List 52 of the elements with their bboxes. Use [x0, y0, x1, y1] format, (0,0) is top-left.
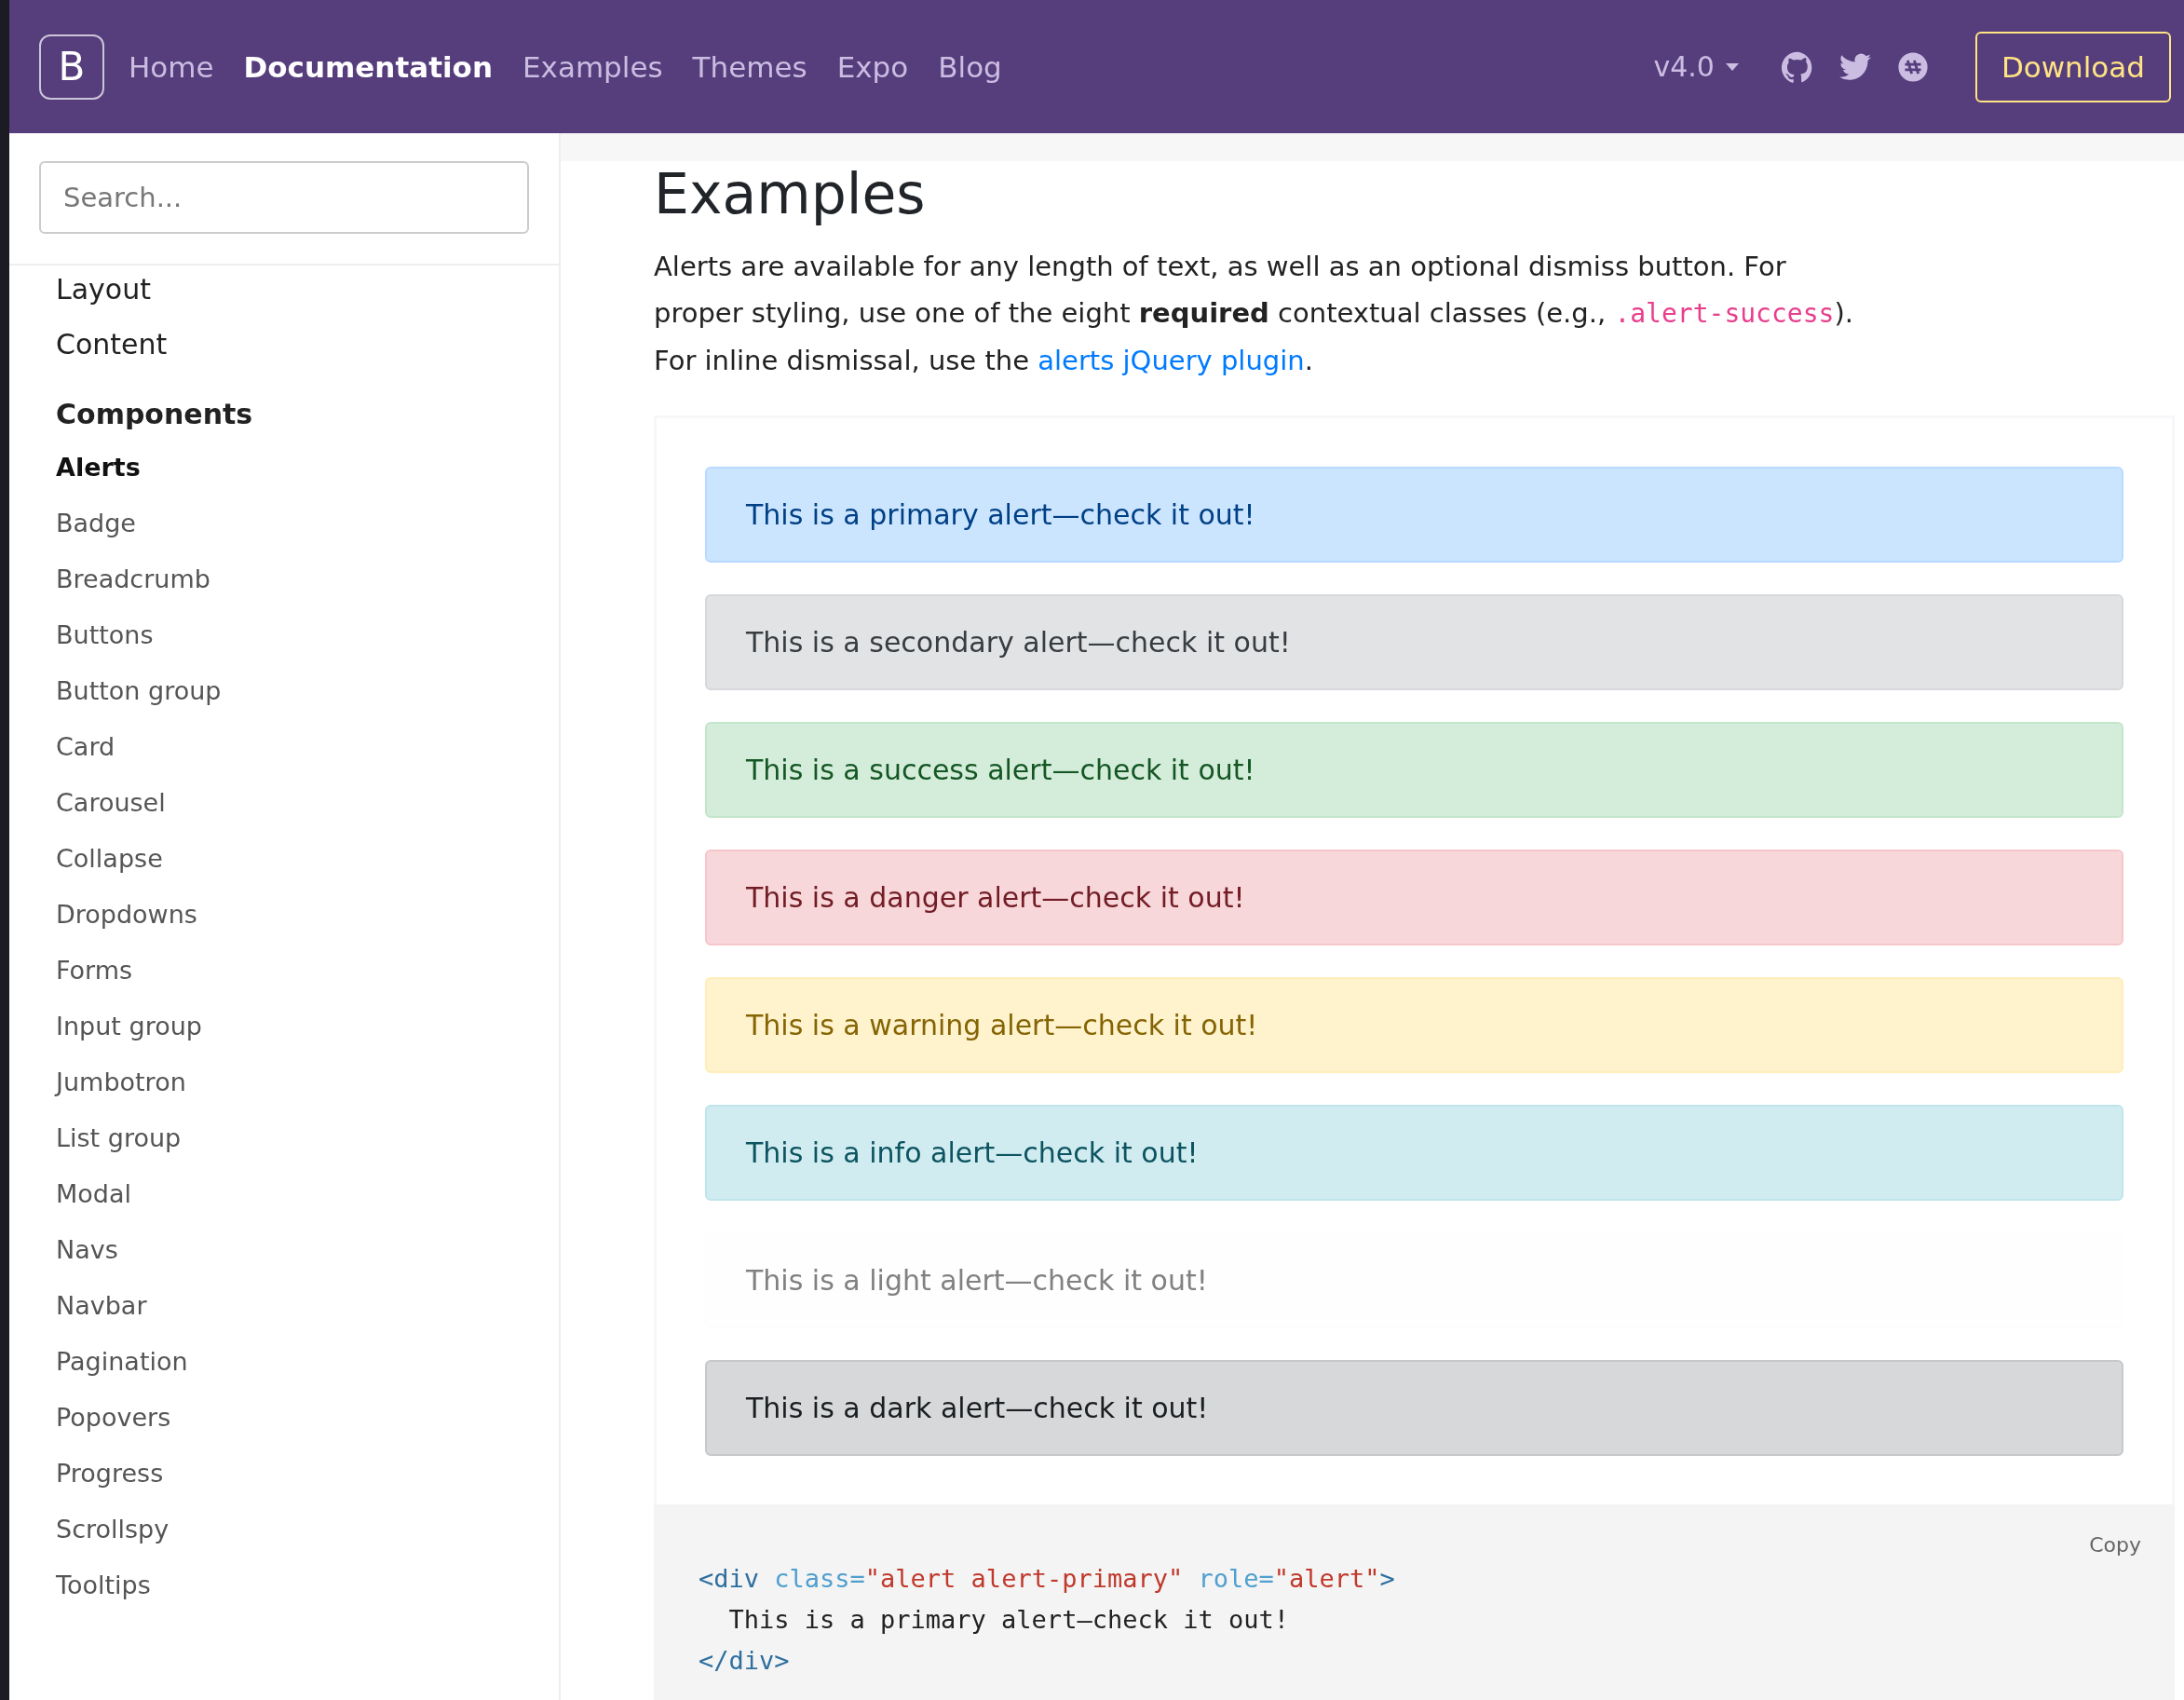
- nav-link[interactable]: Expo: [836, 49, 909, 84]
- sidebar-item[interactable]: Card: [9, 719, 559, 775]
- sidebar-item[interactable]: Modal: [9, 1166, 559, 1222]
- sidebar-item[interactable]: Navs: [9, 1222, 559, 1278]
- sidebar-item[interactable]: Forms: [9, 943, 559, 999]
- code-line: <div class="alert alert-primary" role="alert">: [699, 1563, 1396, 1595]
- sidebar-section[interactable]: Components: [9, 375, 559, 440]
- sidebar-section[interactable]: Content: [9, 320, 559, 375]
- nav-link[interactable]: Blog: [938, 49, 1002, 84]
- copy-button[interactable]: Copy: [2083, 1532, 2147, 1557]
- search-field[interactable]: Search...: [39, 161, 529, 234]
- alert: This is a warning alert—check it out!: [705, 977, 2123, 1073]
- sidebar-item[interactable]: List group: [9, 1110, 559, 1166]
- nav-link[interactable]: Home: [129, 49, 214, 84]
- sidebar-item[interactable]: Button group: [9, 663, 559, 719]
- alert: This is a success alert—check it out!: [705, 722, 2123, 818]
- code-line: </div>: [699, 1645, 791, 1677]
- nav-link[interactable]: Examples: [522, 49, 663, 84]
- github-icon[interactable]: [1781, 50, 1813, 83]
- page-title: Examples: [654, 161, 927, 226]
- version-dropdown[interactable]: v4.0: [1648, 49, 1744, 84]
- nav-link[interactable]: Themes: [692, 49, 807, 84]
- alert: This is a primary alert—check it out!: [705, 467, 2123, 563]
- alert: This is a secondary alert—check it out!: [705, 594, 2123, 690]
- download-button[interactable]: Download: [1974, 31, 2171, 102]
- plugin-link[interactable]: alerts jQuery plugin: [1038, 345, 1305, 376]
- sidebar-item[interactable]: Pagination: [9, 1334, 559, 1390]
- sidebar-item[interactable]: Collapse: [9, 831, 559, 887]
- sidebar-item[interactable]: Alerts: [9, 440, 559, 496]
- sidebar-item[interactable]: Dropdowns: [9, 887, 559, 943]
- intro-paragraph: Alerts are available for any length of text, as well as an optional dismiss button. For proper styling, use one of the eight required contextual classes (e.g., .alert-success). For inline dismissal, use the alerts jQuery plugin.: [654, 250, 1854, 378]
- caret-icon: [1725, 62, 1739, 71]
- sidebar-item[interactable]: Buttons: [9, 607, 559, 663]
- sidebar-item[interactable]: Tooltips: [9, 1557, 559, 1613]
- nav-link[interactable]: Documentation: [243, 49, 493, 84]
- brand-logo[interactable]: B: [39, 34, 104, 100]
- code-line: This is a primary alert—check it out!: [727, 1604, 1290, 1636]
- alert: This is a dark alert—check it out!: [705, 1360, 2123, 1456]
- sidebar-item[interactable]: Progress: [9, 1446, 559, 1502]
- sidebar-item[interactable]: Input group: [9, 999, 559, 1054]
- sidebar-section[interactable]: Layout: [9, 265, 559, 320]
- sidebar-item[interactable]: Popovers: [9, 1390, 559, 1446]
- alert: This is a info alert—check it out!: [705, 1105, 2123, 1201]
- sidebar-item[interactable]: Navbar: [9, 1278, 559, 1334]
- alert: This is a danger alert—check it out!: [705, 850, 2123, 945]
- sidebar-item[interactable]: Breadcrumb: [9, 551, 559, 607]
- chat-icon[interactable]: [1896, 50, 1929, 83]
- sidebar-item[interactable]: Badge: [9, 496, 559, 551]
- sidebar-item[interactable]: Scrollspy: [9, 1502, 559, 1557]
- sidebar-item[interactable]: Jumbotron: [9, 1054, 559, 1110]
- sidebar-item[interactable]: Carousel: [9, 775, 559, 831]
- twitter-icon[interactable]: [1838, 52, 1871, 81]
